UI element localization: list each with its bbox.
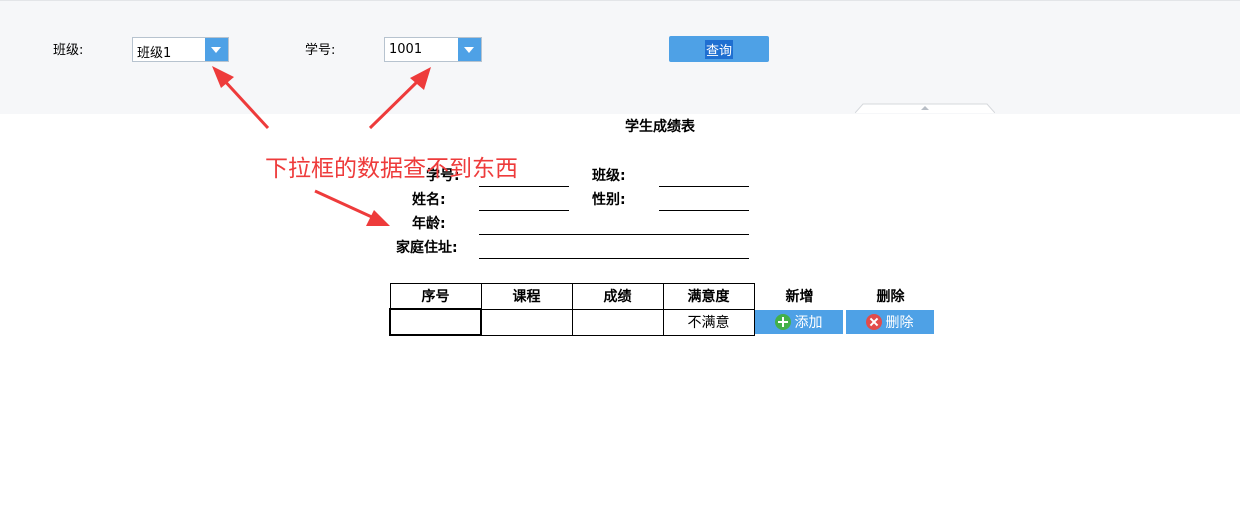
annotation-text: 下拉框的数据查不到东西 xyxy=(265,156,518,182)
arrow-to-form xyxy=(314,189,390,226)
arrow-to-student-no-dropdown xyxy=(368,67,431,130)
annotation-arrows xyxy=(212,66,431,226)
arrow-to-class-dropdown xyxy=(212,66,270,130)
